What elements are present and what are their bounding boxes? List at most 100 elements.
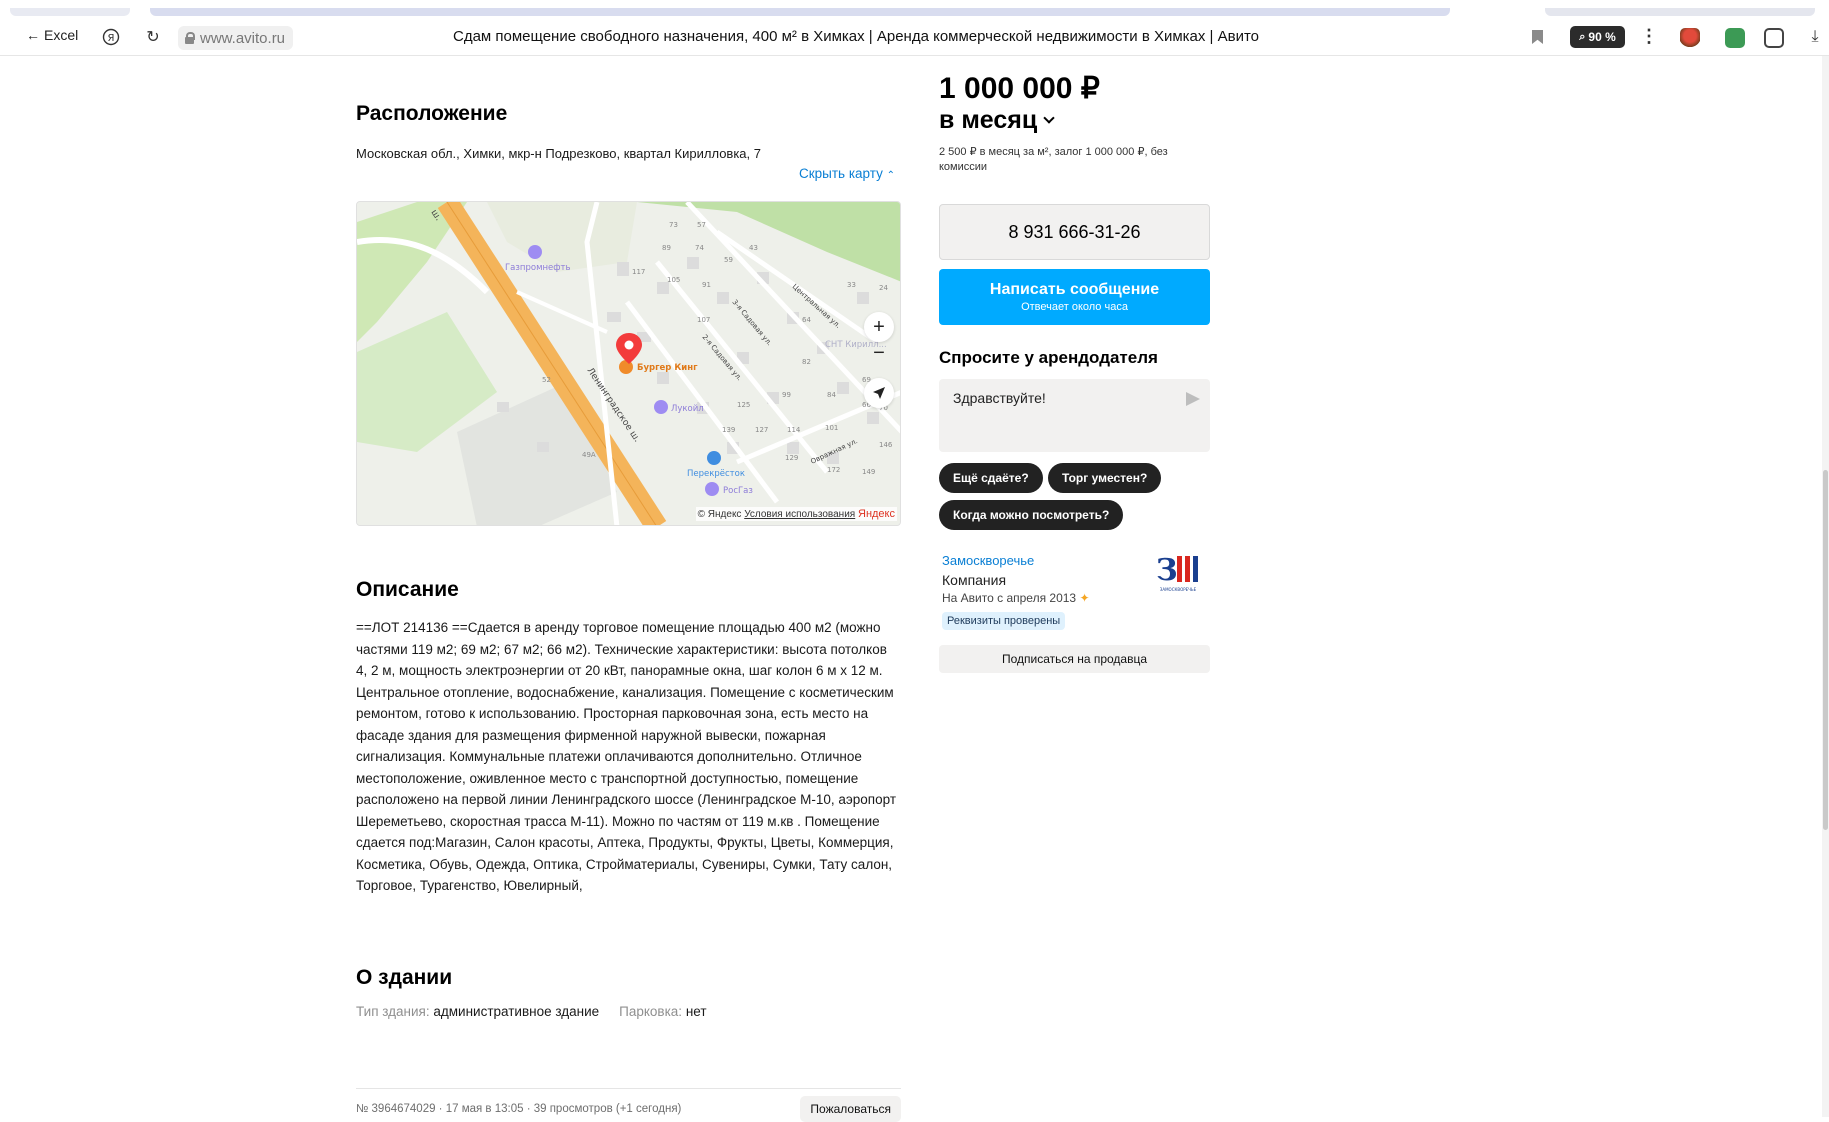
map-copyright: © Яндекс Условия использования Яндекс xyxy=(695,507,897,521)
response-time: Отвечает около часа xyxy=(1021,301,1128,313)
building-params: Тип здания: административное здание Парк… xyxy=(356,1004,707,1019)
url-domain: www.avito.ru xyxy=(200,29,286,47)
more-menu-icon[interactable]: ⋮ xyxy=(1640,26,1658,47)
collections-icon[interactable] xyxy=(1764,28,1784,48)
map-brand[interactable]: Яндекс xyxy=(858,508,895,520)
svg-text:129: 129 xyxy=(785,454,798,462)
hide-map-label: Скрыть карту xyxy=(799,166,883,181)
map-canvas: 73 5789 74 43117 1059159 33 24107 648269 52… xyxy=(357,202,900,525)
geolocation-button[interactable] xyxy=(864,378,894,408)
svg-text:105: 105 xyxy=(667,276,680,284)
search-icon: ⌕ xyxy=(1579,30,1586,43)
map-copyright-text: © Яндекс xyxy=(697,509,742,520)
write-message-label: Написать сообщение xyxy=(989,281,1160,298)
seller-name-link[interactable]: Замоскворечье xyxy=(942,553,1034,568)
description-text: ==ЛОТ 214136 ==Сдается в аренду торговое… xyxy=(356,620,897,893)
location-heading: Расположение xyxy=(356,102,508,125)
map-terms-link[interactable]: Условия использования xyxy=(744,509,855,520)
building-type-param: Тип здания: административное здание xyxy=(356,1004,599,1019)
svg-text:33: 33 xyxy=(847,281,856,289)
svg-text:146: 146 xyxy=(879,441,893,449)
description-heading: Описание xyxy=(356,578,459,601)
chevron-down-icon xyxy=(1043,111,1055,124)
yandex-icon[interactable]: Я xyxy=(100,26,122,48)
zoom-out-button[interactable]: − xyxy=(864,338,894,368)
svg-text:117: 117 xyxy=(632,268,645,276)
building-type-label: Тип здания: xyxy=(356,1004,430,1019)
zoom-in-label: + xyxy=(873,315,885,338)
map-poi-5: РосГаз xyxy=(723,486,753,496)
ask-message-text: Здравствуйте! xyxy=(953,390,1046,406)
tab-edge[interactable] xyxy=(1545,8,1815,16)
write-message-button[interactable]: Написать сообщение Отвечает около часа xyxy=(939,269,1210,325)
svg-text:73: 73 xyxy=(669,221,678,229)
subscribe-seller-button[interactable]: Подписаться на продавца xyxy=(939,645,1210,673)
parking-param: Парковка: нет xyxy=(619,1004,706,1019)
price: 1 000 000 ₽ xyxy=(939,72,1100,105)
svg-text:82: 82 xyxy=(802,358,811,366)
svg-text:139: 139 xyxy=(722,426,735,434)
ask-message-input[interactable]: Здравствуйте! xyxy=(939,379,1210,452)
svg-text:89: 89 xyxy=(662,244,671,252)
send-icon[interactable] xyxy=(1186,392,1200,406)
map-poi-2: Бургер Кинг xyxy=(637,363,698,373)
zoom-level: 90 % xyxy=(1588,30,1616,44)
parking-value: нет xyxy=(685,1004,707,1019)
active-tab-edge[interactable] xyxy=(150,8,1450,16)
map-poi-1: Газпромнефть xyxy=(505,263,571,273)
zoom-badge[interactable]: ⌕ 90 % xyxy=(1570,26,1625,48)
svg-text:99: 99 xyxy=(782,391,791,399)
scrollbar-thumb[interactable] xyxy=(1823,470,1828,830)
svg-text:101: 101 xyxy=(825,424,838,432)
download-icon[interactable]: ⤓ xyxy=(1804,26,1826,48)
lock-icon xyxy=(184,32,195,44)
listing-meta: № 3964674029 · 17 мая в 13:05 · 39 просм… xyxy=(356,1103,682,1115)
svg-text:114: 114 xyxy=(787,426,801,434)
svg-text:59: 59 xyxy=(724,256,733,264)
svg-text:49А: 49А xyxy=(582,451,596,459)
svg-text:64: 64 xyxy=(802,316,811,324)
price-details: 2 500 ₽ в месяц за м², залог 1 000 000 ₽… xyxy=(939,146,1168,173)
quick-question-chip[interactable]: Торг уместен? xyxy=(1048,463,1162,493)
map[interactable]: 73 57 89 74 43 117 105 91 59 33 24 107 64 82 69 52… xyxy=(356,201,901,526)
quick-question-chip[interactable]: Когда можно посмотреть? xyxy=(939,500,1124,530)
svg-text:149: 149 xyxy=(862,468,875,476)
arrow-left-icon: ← xyxy=(26,27,40,43)
svg-text:57: 57 xyxy=(697,221,706,229)
address-text: Московская обл., Химки, мкр-н Подрезково… xyxy=(356,146,761,161)
seller-logo[interactable]: З ЗАМОСКВОРЕЧЬЕ xyxy=(1153,550,1203,594)
svg-text:172: 172 xyxy=(827,466,840,474)
parking-label: Парковка: xyxy=(619,1004,683,1019)
svg-text:125: 125 xyxy=(737,401,750,409)
complain-button[interactable]: Пожаловаться xyxy=(800,1096,901,1122)
price-period-selector[interactable]: в месяц xyxy=(939,106,1055,135)
browser-toolbar: ← Excel Я ↻ www.avito.ru Сдам помещение … xyxy=(0,18,1829,56)
navigation-arrow-icon xyxy=(873,387,885,399)
svg-text:84: 84 xyxy=(827,391,836,399)
quick-question-chip[interactable]: Ещё сдаёте? xyxy=(939,463,1043,493)
tab-edge[interactable] xyxy=(10,8,130,16)
map-poi-4: Перекрёсток xyxy=(687,469,745,479)
logo-text: ЗАМОСКВОРЕЧЬЕ xyxy=(1160,587,1197,592)
svg-text:43: 43 xyxy=(749,244,758,252)
divider xyxy=(356,1088,901,1089)
address-bar[interactable]: www.avito.ru xyxy=(178,26,294,50)
hide-map-link[interactable]: Скрыть карту ⌃ xyxy=(799,166,895,181)
bookmark-icon[interactable] xyxy=(1532,30,1543,44)
svg-text:74: 74 xyxy=(695,244,704,252)
building-heading: О здании xyxy=(356,966,453,989)
back-button[interactable]: ← Excel xyxy=(26,27,78,43)
svg-text:127: 127 xyxy=(755,426,768,434)
seller-type: Компания xyxy=(942,572,1007,588)
price-period: в месяц xyxy=(939,106,1038,134)
back-label: Excel xyxy=(44,27,79,43)
extension-icon[interactable] xyxy=(1680,28,1700,48)
chevron-up-icon: ⌃ xyxy=(886,170,895,181)
phone-button[interactable]: 8 931 666-31-26 xyxy=(939,204,1210,260)
svg-text:91: 91 xyxy=(702,281,711,289)
svg-text:107: 107 xyxy=(697,316,710,324)
building-type-value: административное здание xyxy=(433,1004,600,1019)
extension-badge-icon[interactable] xyxy=(1725,28,1745,48)
reload-icon[interactable]: ↻ xyxy=(142,26,164,48)
seller-since-text: На Авито с апреля 2013 xyxy=(942,591,1077,605)
